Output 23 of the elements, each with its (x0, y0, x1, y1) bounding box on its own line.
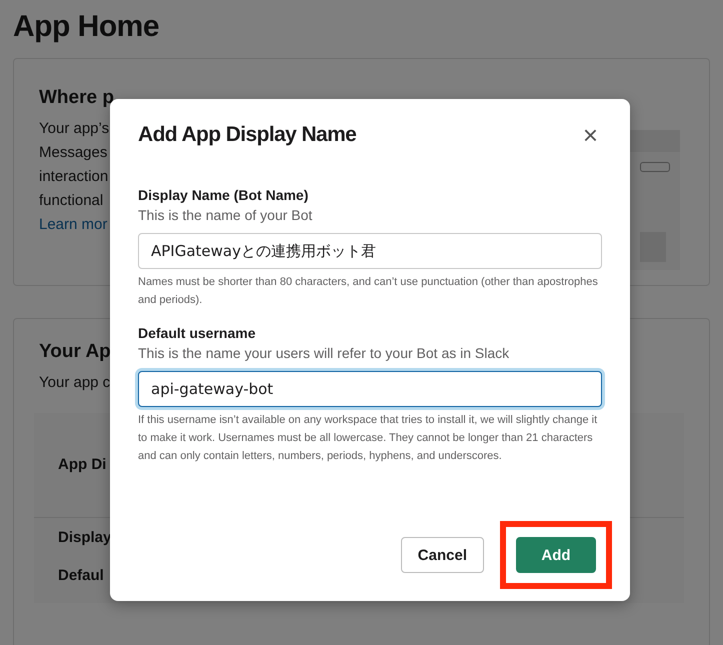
section-heading: Where p (39, 87, 114, 109)
setting-label: App Di (58, 455, 106, 475)
section-text: interaction (39, 167, 108, 187)
setting-label: Defaul (58, 566, 104, 586)
text-field[interactable]: APIGatewayとの連携用ボット君 (138, 233, 602, 269)
field-hint: Names must be shorter than 80 characters, and can’t use punctuation (other than apostrophes and periods). (138, 275, 599, 308)
field-label: Default username (138, 324, 256, 343)
setting-label: Display (58, 528, 112, 548)
page-title: App Home (13, 9, 160, 45)
section-text: Your app c (39, 373, 110, 393)
section-text: Your app’s (39, 119, 110, 139)
text-field[interactable]: api-gateway-bot (138, 371, 602, 407)
dialog-title: Add App Display Name (138, 123, 356, 147)
field-description: This is the name your users will refer to your Bot as in Slack (138, 344, 510, 363)
cancel-button[interactable]: Cancel (400, 537, 484, 573)
field-label: Display Name (Bot Name) (138, 186, 310, 205)
add-button[interactable]: Add (516, 537, 596, 573)
close-button[interactable]: × (578, 120, 602, 150)
section-heading: Your Ap (39, 341, 111, 363)
section-text: Messages (39, 143, 108, 163)
field-hint: If this username isn’t available on any workspace that tries to install it, we will slightly change it to make it work. Usernames must be all lowercase. They cannot be longer than 21 characters and can only contain letters, numbers, periods, hyphens, and underscores. (138, 413, 598, 464)
field-description: This is the name of your Bot (138, 206, 314, 225)
section-text: functional (39, 191, 104, 211)
